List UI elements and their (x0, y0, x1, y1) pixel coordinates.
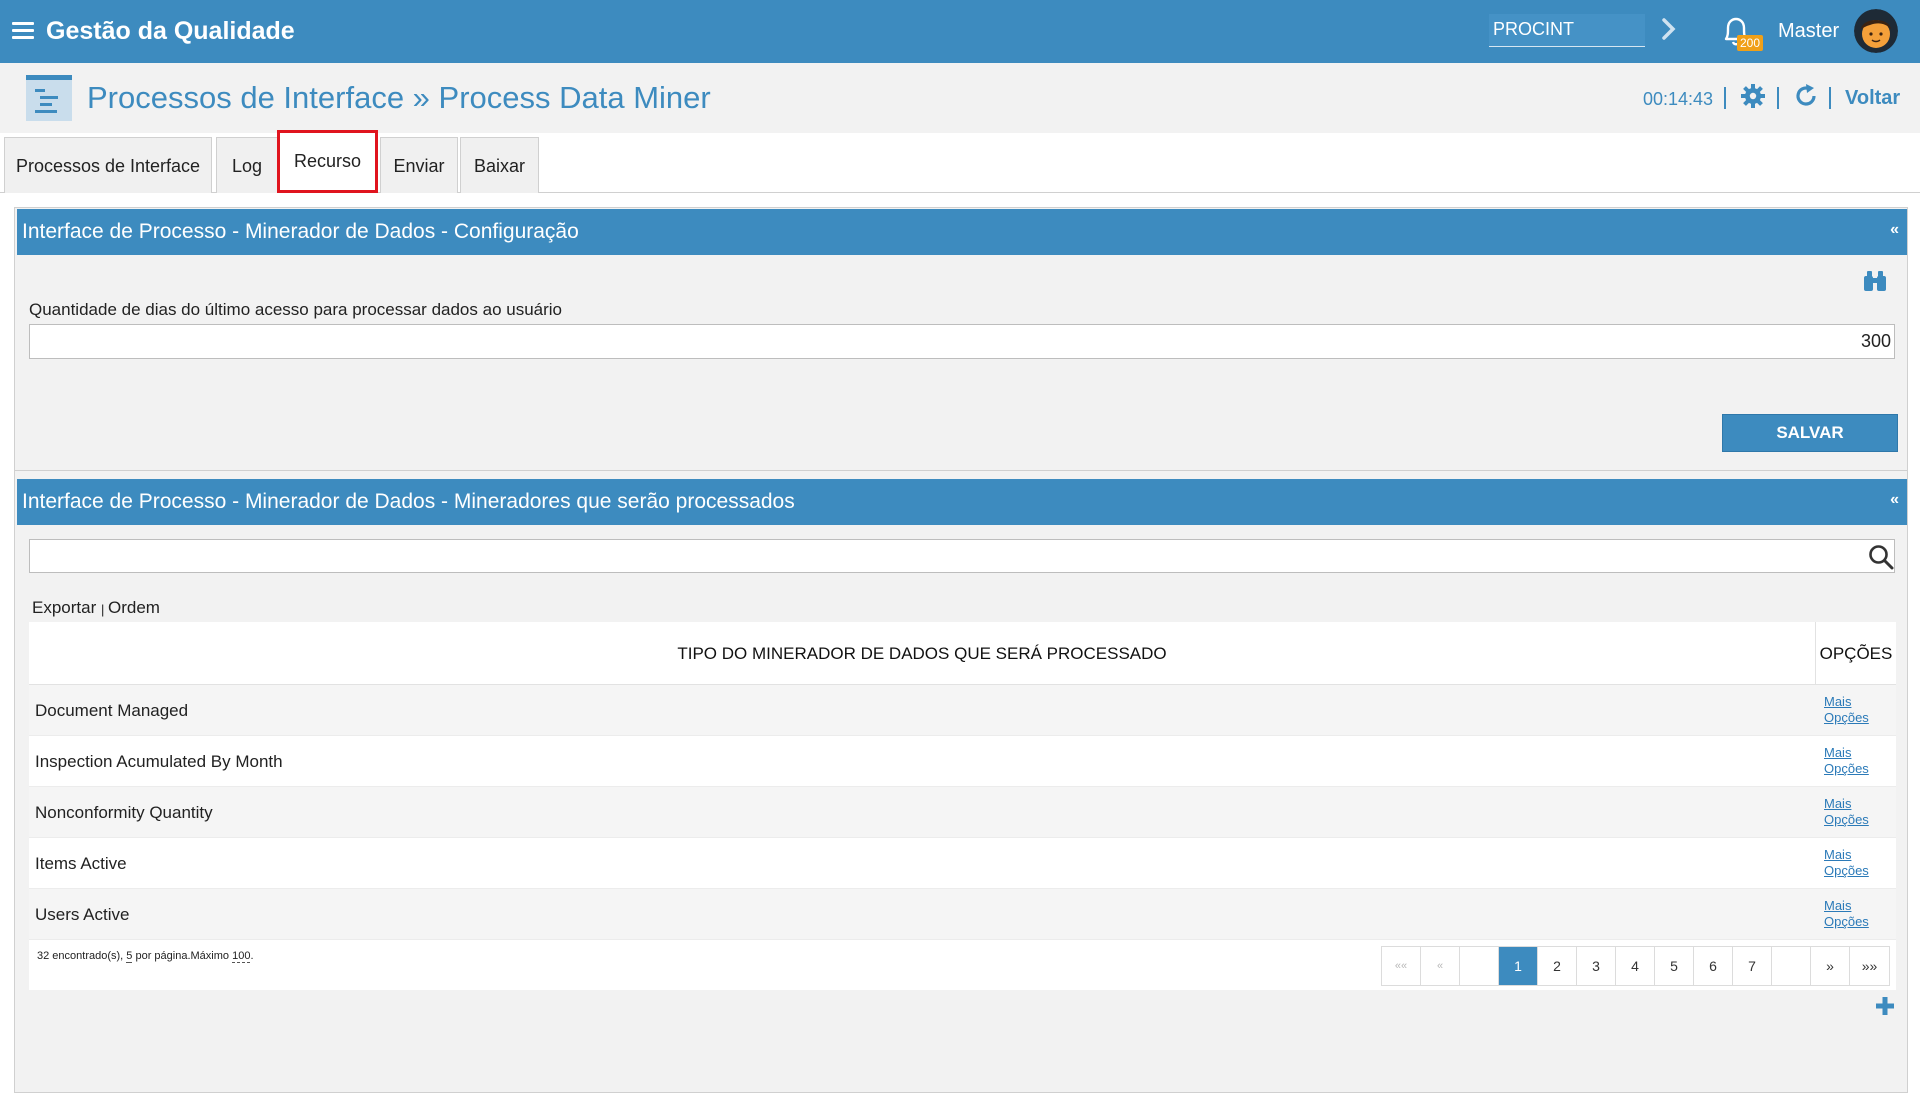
row-name: Nonconformity Quantity (35, 803, 213, 822)
collapse-icon[interactable]: « (1890, 221, 1899, 239)
save-button[interactable]: SALVAR (1722, 414, 1898, 452)
list-page-icon (26, 75, 72, 121)
header-separator (1777, 87, 1779, 109)
max-value[interactable]: 100 (232, 950, 251, 963)
main-content: Interface de Processo - Minerador de Dad… (0, 193, 1920, 1109)
search-input[interactable] (29, 539, 1895, 573)
pagination: «« « 1 2 3 4 5 6 7 » »» (1381, 946, 1890, 986)
header-separator (1829, 87, 1831, 109)
row-name: Document Managed (35, 701, 189, 720)
session-timer: 00:14:43 (1643, 89, 1714, 109)
miners-panel-title: Interface de Processo - Minerador de Dad… (22, 490, 795, 513)
table-header: TIPO DO MINERADOR DE DADOS QUE SERÁ PROC… (29, 622, 1896, 685)
page-button-7[interactable]: 7 (1733, 947, 1772, 985)
table-row[interactable]: Inspection Acumulated By Month Mais Opçõe… (29, 736, 1896, 787)
header-separator (1724, 87, 1726, 109)
column-header-type[interactable]: TIPO DO MINERADOR DE DADOS QUE SERÁ PROC… (29, 622, 1815, 685)
more-options-link[interactable]: Mais Opções (1824, 796, 1869, 828)
tab-log[interactable]: Log (216, 137, 278, 193)
miners-table: TIPO DO MINERADOR DE DADOS QUE SERÁ PROC… (29, 622, 1896, 990)
order-link[interactable]: Ordem (108, 598, 160, 618)
app-title: Gestão da Qualidade (46, 17, 295, 45)
section-divider (15, 470, 1907, 471)
module-selector[interactable]: PROCINT (1489, 14, 1645, 47)
tab-enviar[interactable]: Enviar (380, 137, 458, 193)
more-options-link[interactable]: Mais Opções (1824, 898, 1869, 930)
page-button-2[interactable]: 2 (1538, 947, 1577, 985)
table-footer: 32 encontrado(s), 5 por página.Máximo 10… (29, 940, 1896, 990)
first-page-button[interactable]: «« (1382, 947, 1421, 985)
pagination-spacer (1772, 947, 1811, 985)
export-link[interactable]: Exportar (32, 598, 96, 618)
page-button-5[interactable]: 5 (1655, 947, 1694, 985)
next-page-button[interactable]: » (1811, 947, 1850, 985)
tab-baixar[interactable]: Baixar (460, 137, 539, 193)
more-options-link[interactable]: Mais Opções (1824, 847, 1869, 879)
results-summary: 32 encontrado(s), 5 por página.Máximo 10… (37, 950, 254, 963)
menu-icon[interactable] (12, 22, 34, 40)
tab-processos-de-interface[interactable]: Processos de Interface (4, 137, 212, 193)
plus-icon[interactable] (1875, 996, 1895, 1016)
table-row[interactable]: Users Active Mais Opções (29, 889, 1896, 940)
row-name: Items Active (35, 854, 127, 873)
tab-recurso[interactable]: Recurso (277, 130, 378, 193)
miners-panel-header: Interface de Processo - Minerador de Dad… (17, 479, 1907, 525)
chevron-right-icon[interactable] (1660, 17, 1678, 41)
last-page-button[interactable]: »» (1850, 947, 1889, 985)
separator: | (101, 602, 105, 617)
column-header-options: OPÇÕES (1815, 622, 1896, 685)
page-header: Processos de Interface » Process Data Mi… (0, 63, 1920, 133)
binoculars-icon[interactable] (1863, 270, 1887, 292)
page-button-3[interactable]: 3 (1577, 947, 1616, 985)
refresh-icon[interactable] (1793, 83, 1819, 109)
days-field-label: Quantidade de dias do último acesso para… (29, 300, 563, 319)
page-button-6[interactable]: 6 (1694, 947, 1733, 985)
config-panel-title: Interface de Processo - Minerador de Dad… (22, 220, 579, 243)
more-options-link[interactable]: Mais Opções (1824, 694, 1869, 726)
content-container: Interface de Processo - Minerador de Dad… (14, 207, 1908, 1093)
search-icon[interactable] (1868, 544, 1894, 570)
days-input[interactable] (29, 324, 1895, 359)
notification-badge: 200 (1737, 35, 1764, 51)
table-row[interactable]: Nonconformity Quantity Mais Opções (29, 787, 1896, 838)
page-title: Processos de Interface » Process Data Mi… (87, 80, 711, 115)
top-bar: Gestão da Qualidade PROCINT 200 Master (0, 0, 1920, 63)
gear-icon[interactable] (1740, 83, 1766, 109)
row-name: Inspection Acumulated By Month (35, 752, 283, 771)
more-options-link[interactable]: Mais Opções (1824, 745, 1869, 777)
tab-bar: Processos de Interface Log Recurso Envia… (0, 130, 1920, 193)
row-name: Users Active (35, 905, 130, 924)
prev-page-button[interactable]: « (1421, 947, 1460, 985)
pagination-spacer (1460, 947, 1499, 985)
user-avatar[interactable] (1854, 9, 1898, 53)
page-button-4[interactable]: 4 (1616, 947, 1655, 985)
back-link[interactable]: Voltar (1845, 87, 1900, 110)
collapse-icon[interactable]: « (1890, 491, 1899, 509)
config-panel-header: Interface de Processo - Minerador de Dad… (17, 209, 1907, 255)
page-button-1[interactable]: 1 (1499, 947, 1538, 985)
table-row[interactable]: Items Active Mais Opções (29, 838, 1896, 889)
table-row[interactable]: Document Managed Mais Opções (29, 685, 1896, 736)
user-name[interactable]: Master (1778, 20, 1839, 43)
